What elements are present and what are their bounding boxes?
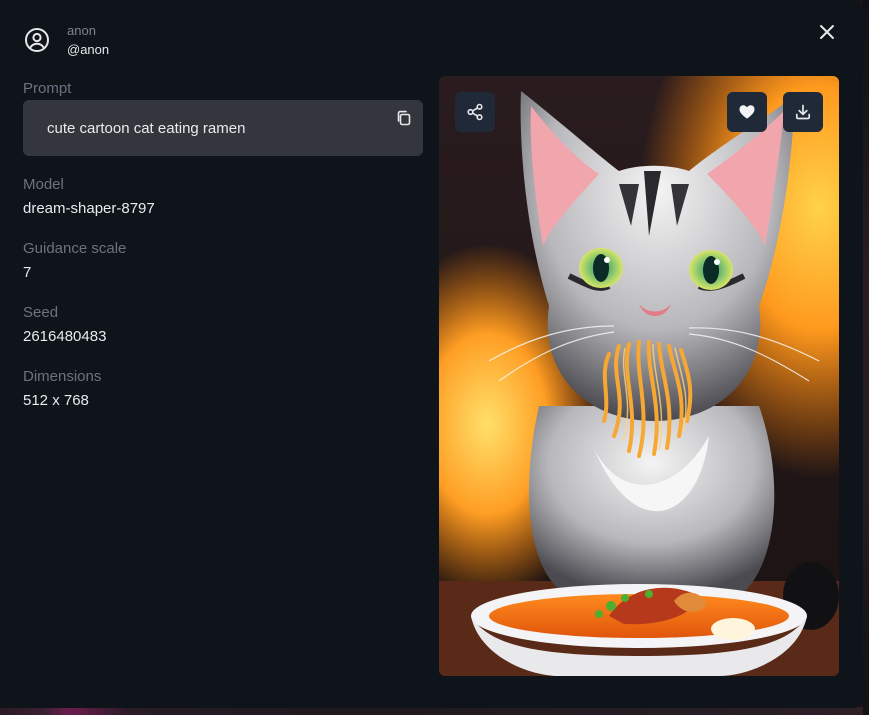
user-name: anon [67,23,96,38]
copy-icon[interactable] [395,109,413,127]
user-info: anon @anon [24,24,109,56]
heart-icon [739,105,755,119]
close-button[interactable] [815,20,839,44]
guidance-label: Guidance scale [23,240,127,257]
download-icon [795,104,811,120]
backdrop [0,707,869,715]
prompt-box: cute cartoon cat eating ramen [23,100,423,156]
download-button[interactable] [783,92,823,132]
share-icon [467,103,483,121]
close-icon [820,25,834,39]
cat-ramen-artwork [439,76,839,676]
backdrop-edge [863,0,869,715]
prompt-text: cute cartoon cat eating ramen [47,120,246,137]
image-detail-modal: anon @anon Prompt cute cartoon cat eatin… [0,0,863,708]
dimensions-value: 512 x 768 [23,392,89,409]
generated-image [439,76,839,676]
dimensions-label: Dimensions [23,368,102,385]
seed-value: 2616480483 [23,328,107,345]
seed-label: Seed [23,304,59,321]
user-handle[interactable]: @anon [67,43,109,56]
model-label: Model [23,176,64,193]
prompt-label: Prompt [23,80,72,97]
like-button[interactable] [727,92,767,132]
model-value: dream-shaper-8797 [23,200,155,217]
user-circle-icon [25,28,49,52]
share-button[interactable] [455,92,495,132]
guidance-value: 7 [23,264,32,281]
